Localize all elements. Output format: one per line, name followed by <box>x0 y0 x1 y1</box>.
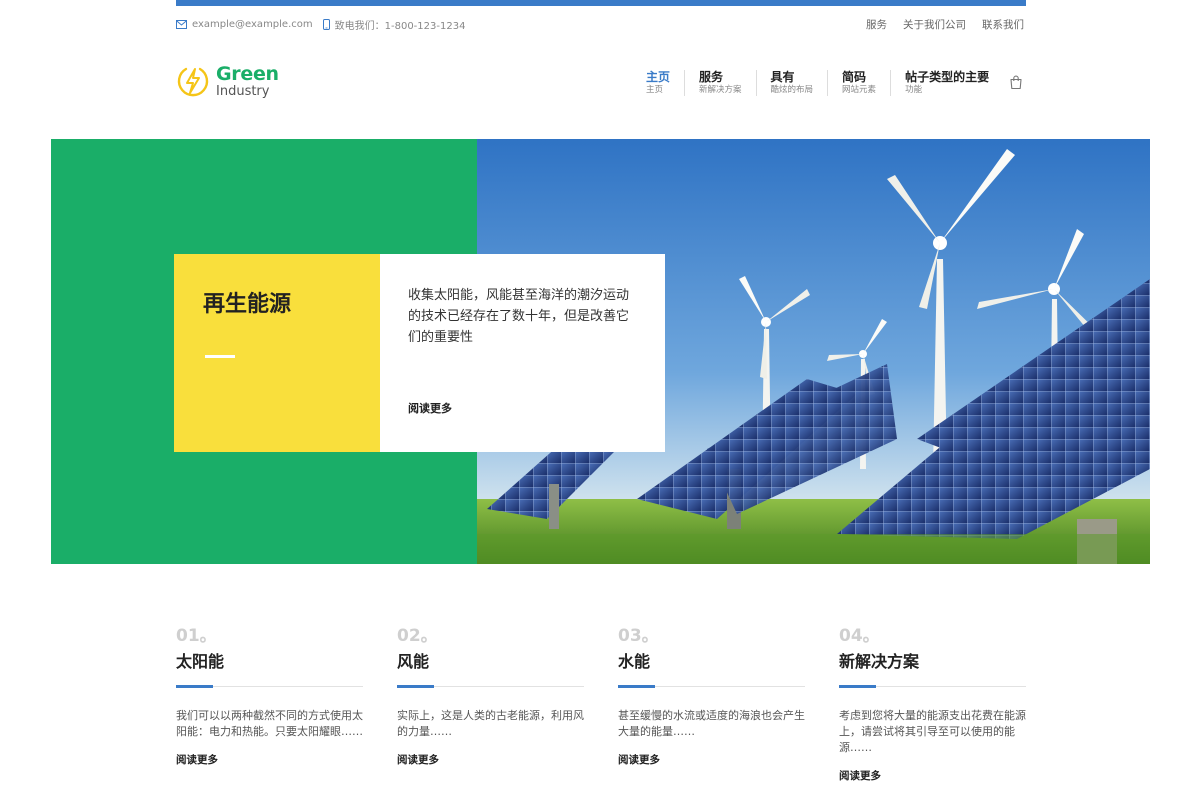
top-link-contact[interactable]: 联系我们 <box>982 17 1024 32</box>
feature-read-more-link[interactable]: 阅读更多 <box>839 768 1026 783</box>
feature-hydro: 03。 水能 甚至缓慢的水流或适度的海浪也会产生大量的能量…… 阅读更多 <box>618 626 805 783</box>
feature-title: 太阳能 <box>176 652 225 671</box>
top-link-about[interactable]: 关于我们公司 <box>903 17 966 32</box>
nav-title: 帖子类型的主要 <box>905 70 990 84</box>
hero-heading: 再生能源 <box>203 292 292 317</box>
hero-description: 收集太阳能，风能甚至海洋的潮汐运动的技术已经存在了数十年，但是改善它们的重要性 <box>408 288 630 345</box>
feature-divider <box>839 685 1026 688</box>
feature-divider <box>618 685 805 688</box>
feature-number: 01。 <box>176 626 217 646</box>
feature-title: 新解决方案 <box>839 652 920 671</box>
nav-subtitle: 主页 <box>646 85 664 95</box>
logo-word-green: Green <box>216 62 279 85</box>
contact-phone-text: 致电我们：1-800-123-1234 <box>334 20 466 32</box>
shopping-bag-icon[interactable] <box>1008 74 1024 90</box>
nav-subtitle: 酷炫的布局 <box>770 85 814 95</box>
top-accent-bar <box>176 0 1026 6</box>
main-nav: 主页 主页 服务 新解决方案 具有 酷炫的布局 简码 网站元素 帖子类型的主要 … <box>632 70 1003 96</box>
nav-title: 主页 <box>646 70 671 84</box>
envelope-icon <box>176 19 187 29</box>
nav-item-home[interactable]: 主页 主页 <box>632 70 684 96</box>
hero-read-more-link[interactable]: 阅读更多 <box>408 400 452 416</box>
feature-number: 03。 <box>618 626 659 646</box>
feature-text: 甚至缓慢的水流或适度的海浪也会产生大量的能量…… <box>618 709 805 738</box>
nav-subtitle: 功能 <box>905 85 923 95</box>
nav-title: 服务 <box>699 70 724 84</box>
contact-email-text: example@example.com <box>192 18 313 30</box>
logo-word-industry: Industry <box>216 83 270 99</box>
top-links: 服务 关于我们公司 联系我们 <box>850 16 1024 32</box>
nav-subtitle: 新解决方案 <box>699 85 742 95</box>
site-logo[interactable]: Green Industry <box>176 64 279 98</box>
lightning-bolt-icon <box>176 64 210 98</box>
top-link-services[interactable]: 服务 <box>866 17 887 32</box>
feature-read-more-link[interactable]: 阅读更多 <box>397 752 584 767</box>
hero-card-title-panel: 再生能源 <box>174 254 380 452</box>
hero-divider <box>205 355 235 358</box>
feature-read-more-link[interactable]: 阅读更多 <box>618 752 805 767</box>
nav-item-shortcodes[interactable]: 简码 网站元素 <box>827 70 890 96</box>
feature-text: 我们可以以两种截然不同的方式使用太阳能：电力和热能。只要太阳耀眼…… <box>176 709 363 738</box>
hero-card-text-panel: 收集太阳能，风能甚至海洋的潮汐运动的技术已经存在了数十年，但是改善它们的重要性 … <box>380 254 665 452</box>
nav-item-post-types[interactable]: 帖子类型的主要 功能 <box>890 70 1003 96</box>
feature-divider <box>176 685 363 688</box>
feature-solar: 01。 太阳能 我们可以以两种截然不同的方式使用太阳能：电力和热能。只要太阳耀眼… <box>176 626 363 783</box>
nav-item-features[interactable]: 具有 酷炫的布局 <box>755 70 828 96</box>
feature-read-more-link[interactable]: 阅读更多 <box>176 752 363 767</box>
contact-phone[interactable]: 致电我们：1-800-123-1234 <box>322 17 466 32</box>
hero-card: 再生能源 收集太阳能，风能甚至海洋的潮汐运动的技术已经存在了数十年，但是改善它们… <box>174 254 665 452</box>
feature-number: 04。 <box>839 626 880 646</box>
feature-number: 02。 <box>397 626 438 646</box>
feature-divider <box>397 685 584 688</box>
feature-text: 实际上，这是人类的古老能源，利用风的力量…… <box>397 709 584 738</box>
feature-title: 风能 <box>397 652 430 671</box>
nav-item-services[interactable]: 服务 新解决方案 <box>684 70 756 96</box>
mobile-phone-icon <box>322 18 330 30</box>
feature-text: 考虑到您将大量的能源支出花费在能源上，请尝试将其引导至可以使用的能源…… <box>839 709 1026 754</box>
feature-wind: 02。 风能 实际上，这是人类的古老能源，利用风的力量…… 阅读更多 <box>397 626 584 783</box>
contact-email[interactable]: example@example.com <box>176 19 313 30</box>
feature-title: 水能 <box>618 652 651 671</box>
nav-title: 简码 <box>842 70 867 84</box>
feature-new-solutions: 04。 新解决方案 考虑到您将大量的能源支出花费在能源上，请尝试将其引导至可以使… <box>839 626 1026 783</box>
nav-subtitle: 网站元素 <box>842 85 877 95</box>
features-section: 01。 太阳能 我们可以以两种截然不同的方式使用太阳能：电力和热能。只要太阳耀眼… <box>176 626 1026 783</box>
top-contact: example@example.com 致电我们：1-800-123-1234 <box>176 16 475 32</box>
nav-title: 具有 <box>770 70 795 84</box>
